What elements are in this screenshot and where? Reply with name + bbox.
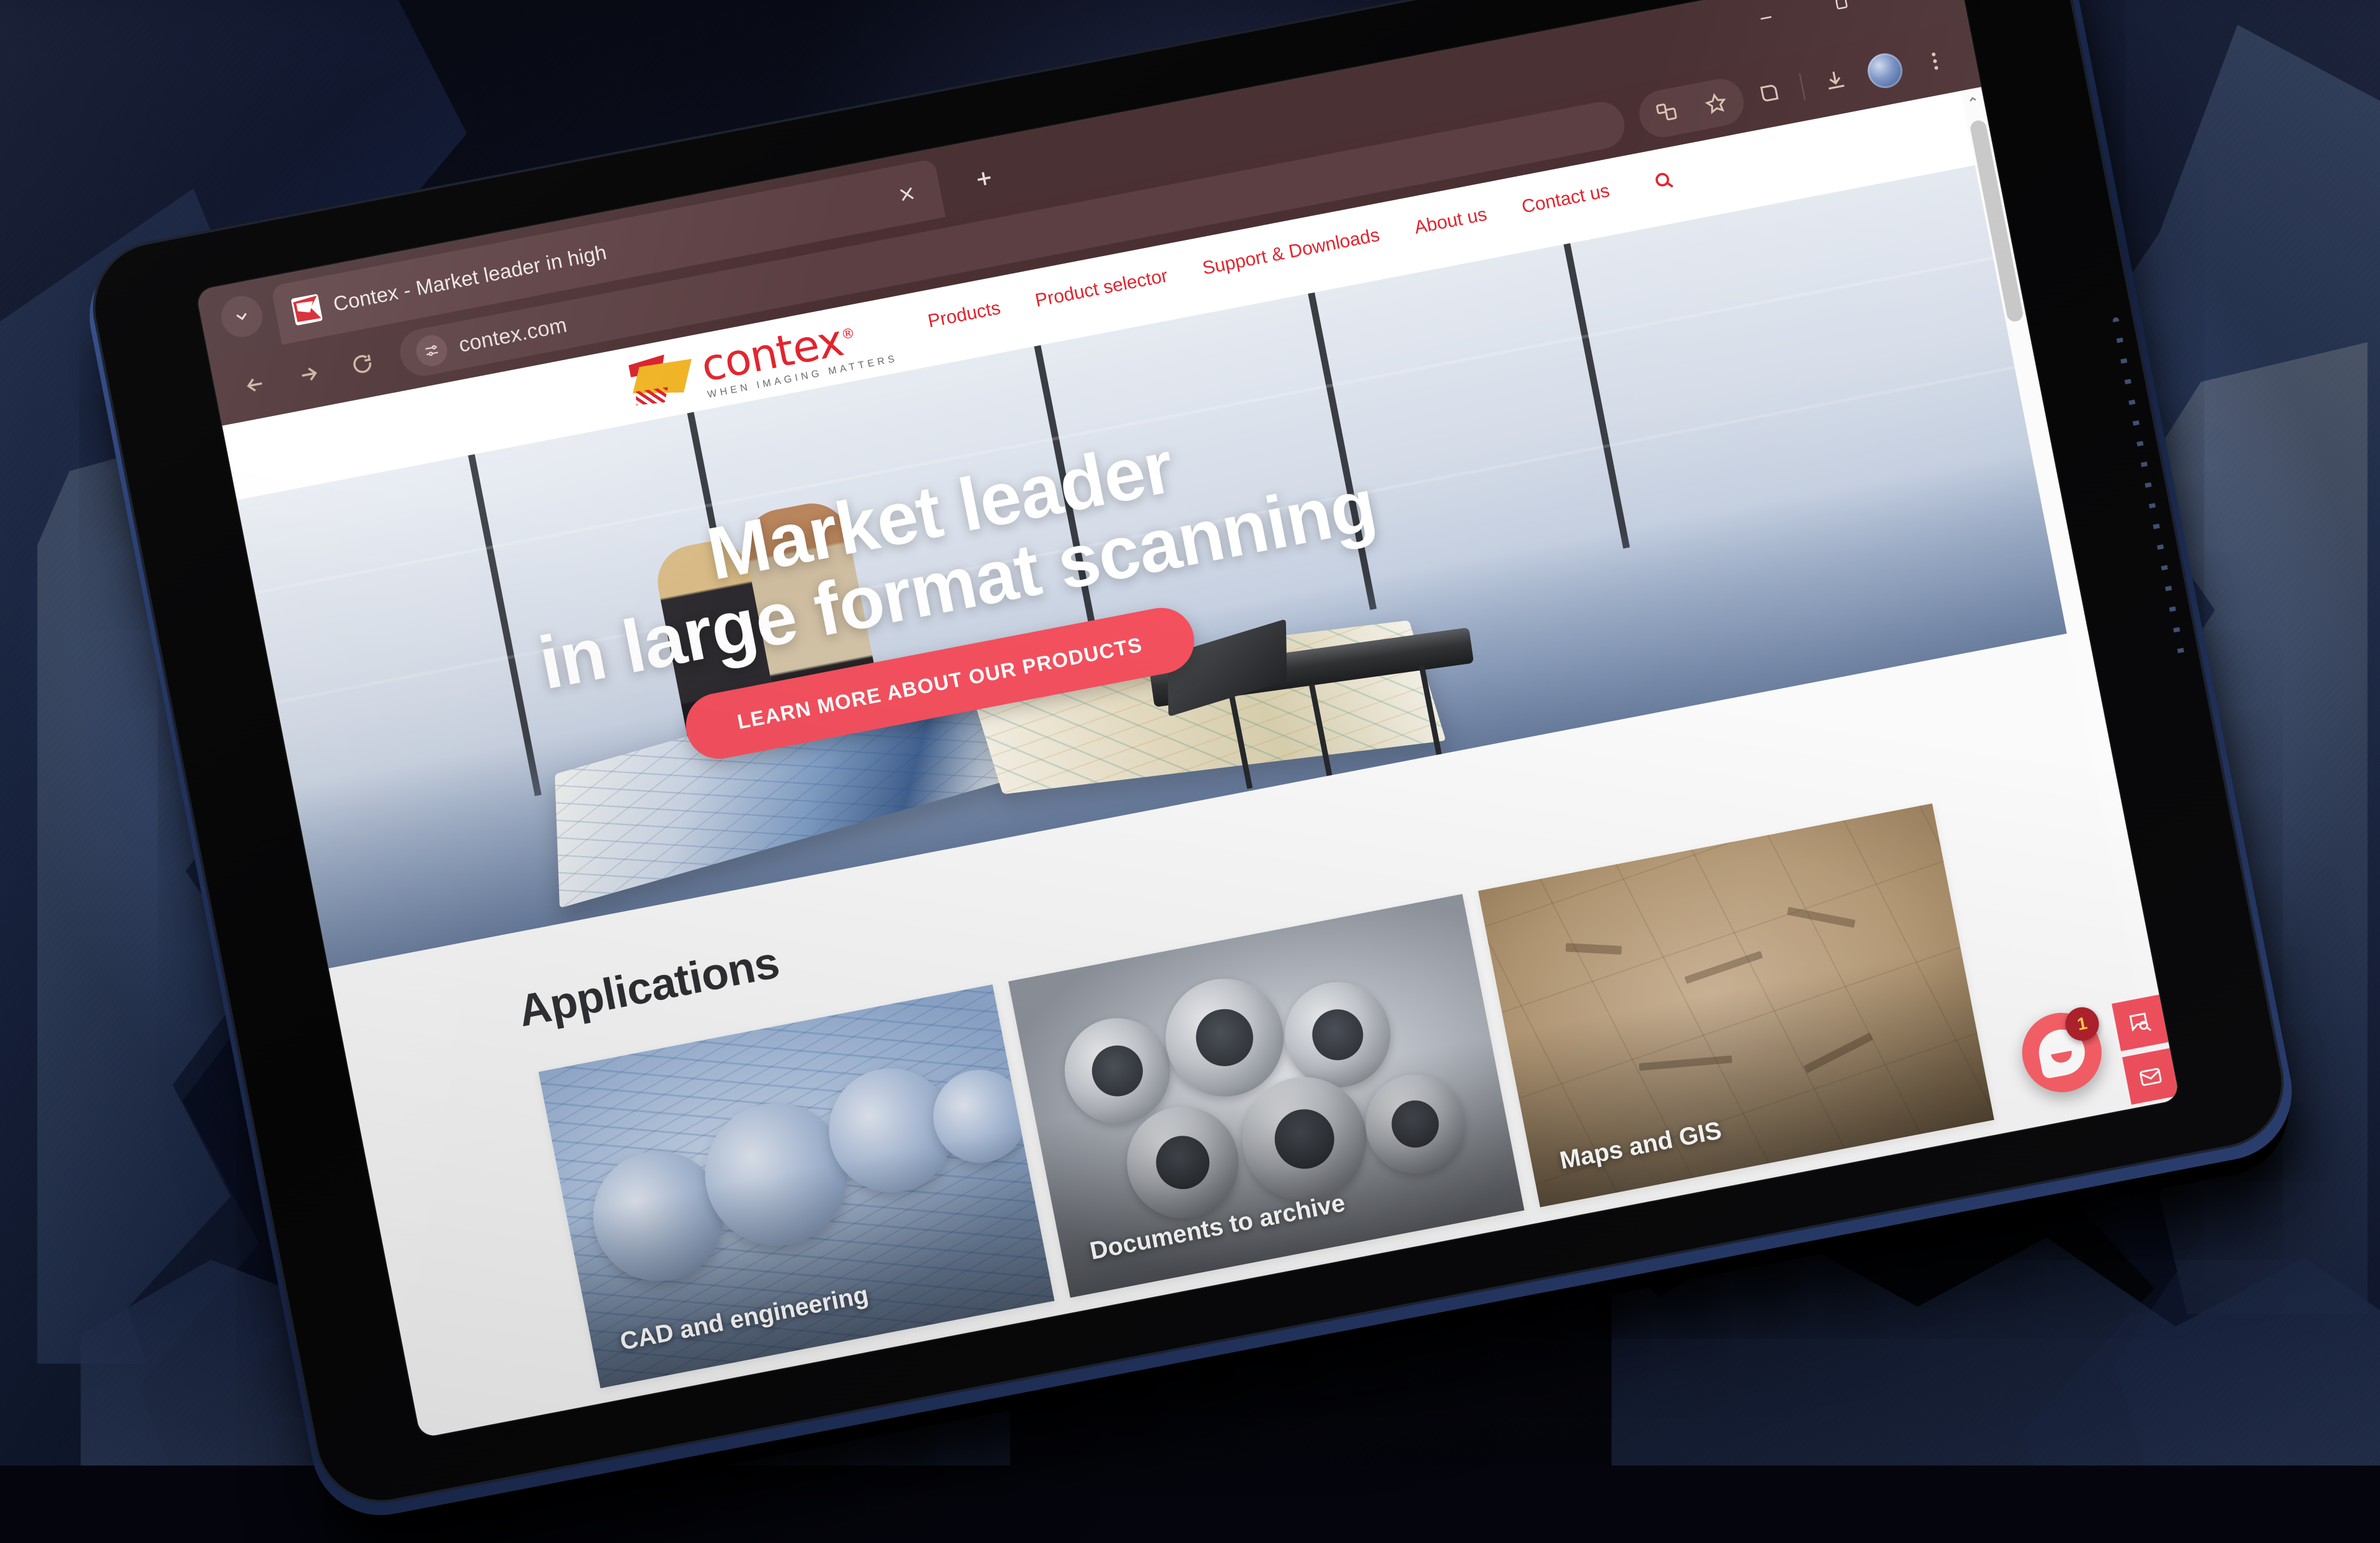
envelope-icon[interactable] bbox=[2122, 1048, 2179, 1105]
extensions-icon[interactable] bbox=[1639, 84, 1696, 141]
application-tile-cad-and-engineering[interactable]: CAD and engineering bbox=[539, 984, 1055, 1388]
chevron-down-icon[interactable] bbox=[218, 293, 266, 340]
registered-mark: ® bbox=[840, 325, 855, 343]
plus-icon[interactable] bbox=[960, 155, 1008, 203]
nav-item-contact-us[interactable]: Contact us bbox=[1520, 180, 1611, 218]
nav-item-products[interactable]: Products bbox=[926, 298, 1002, 332]
chat-widget[interactable]: 1 bbox=[2016, 1006, 2109, 1099]
address-bar-url: contex.com bbox=[457, 313, 569, 358]
toolbar-divider bbox=[1799, 73, 1805, 100]
nav-item-support-downloads[interactable]: Support & Downloads bbox=[1201, 225, 1381, 280]
contex-favicon bbox=[291, 294, 323, 325]
split-screen-icon[interactable] bbox=[1741, 64, 1798, 121]
search-icon[interactable] bbox=[1651, 168, 1676, 193]
quote-search-icon[interactable] bbox=[2112, 994, 2169, 1051]
window-close-icon[interactable] bbox=[1877, 0, 1958, 19]
star-icon[interactable] bbox=[1688, 75, 1745, 131]
application-tile-maps-and-gis[interactable]: Maps and GIS bbox=[1478, 803, 1994, 1207]
profile-avatar-icon[interactable] bbox=[1857, 42, 1914, 99]
arrow-right-icon[interactable] bbox=[280, 346, 337, 402]
tune-icon[interactable] bbox=[413, 332, 450, 369]
three-dot-menu-icon[interactable] bbox=[1906, 33, 1963, 89]
nav-item-about-us[interactable]: About us bbox=[1413, 204, 1489, 239]
arrow-left-icon[interactable] bbox=[227, 356, 284, 413]
toolbar-pill-group bbox=[1635, 75, 1748, 141]
application-tile-documents-to-archive[interactable]: Documents to archive bbox=[1008, 894, 1525, 1298]
maximize-icon[interactable] bbox=[1801, 0, 1882, 34]
reload-icon[interactable] bbox=[334, 336, 391, 392]
minimize-icon[interactable] bbox=[1726, 0, 1807, 48]
close-icon[interactable] bbox=[888, 175, 926, 213]
scroll-up-arrow-icon[interactable] bbox=[1960, 87, 1985, 112]
download-icon[interactable] bbox=[1807, 52, 1864, 108]
nav-item-product-selector[interactable]: Product selector bbox=[1034, 265, 1170, 311]
contex-logo-mark-icon bbox=[627, 350, 699, 409]
chat-icon[interactable] bbox=[2133, 1102, 2180, 1158]
